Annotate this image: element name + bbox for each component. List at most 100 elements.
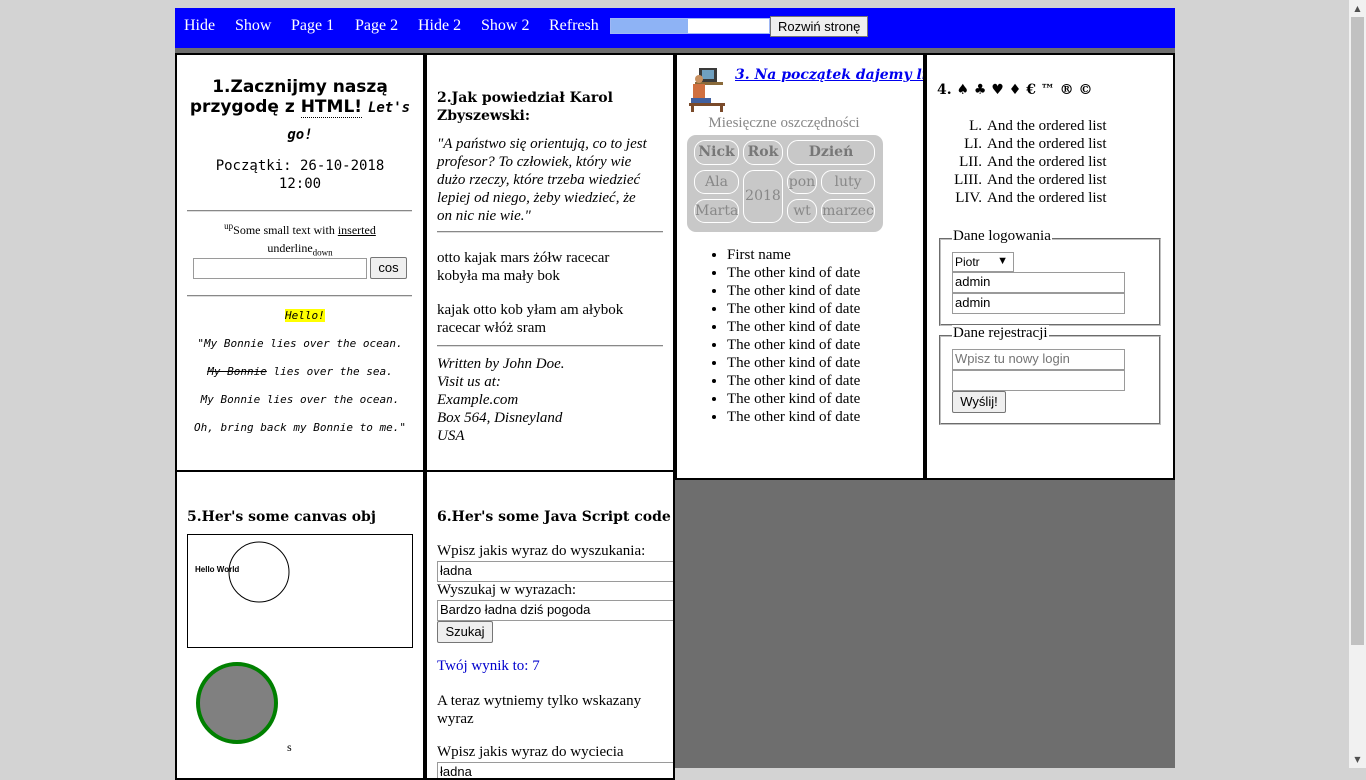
poem-strike: My Bonnie (207, 365, 267, 378)
ordered-list-item: And the ordered list (987, 190, 1107, 206)
nav-link-refresh[interactable]: Refresh (549, 17, 599, 35)
cos-button[interactable]: cos (370, 257, 407, 279)
empty-gray-area (675, 480, 1175, 768)
address-line: USA (437, 428, 465, 444)
register-password-input[interactable] (952, 370, 1125, 391)
list-item: The other kind of date (727, 264, 860, 282)
section-1-heading: 1.Zacznijmy naszą (212, 77, 388, 97)
text-input[interactable] (193, 258, 367, 279)
divider (187, 210, 412, 212)
inserted-text: inserted (337, 223, 376, 237)
poem-line-3: My Bonnie lies over the ocean. (200, 393, 400, 406)
small-text-line1: upSome small text with inserted (177, 221, 423, 238)
search-button[interactable]: Szukaj (437, 621, 493, 643)
section-3: 3. Na początek dajemy link Miesięczne os… (675, 53, 925, 480)
table-caption: Miesięczne oszczędności (708, 115, 860, 131)
divider (437, 345, 663, 347)
list-item: The other kind of date (727, 390, 860, 408)
section-2: 2.Jak powiedział Karol Zbyszewski: "A pa… (425, 53, 675, 480)
chevron-down-icon: ▼ (997, 255, 1008, 267)
table-header-cell: Rok (743, 140, 783, 165)
hello-text: Hello! (285, 309, 325, 322)
start-date: Początki: 26-10-2018 (215, 158, 385, 174)
sup-text: up (224, 221, 234, 231)
nav-link-page-1[interactable]: Page 1 (291, 17, 334, 35)
list-item: The other kind of date (727, 282, 860, 300)
palindrome-line: racecar włóż sram (437, 320, 547, 336)
heading-text: przygodę z (189, 97, 301, 117)
register-submit-button[interactable]: Wyślij! (952, 391, 1006, 413)
canvas-text: Hello World (195, 565, 239, 574)
sub-text: down (312, 247, 333, 258)
svg-circle-object (194, 660, 280, 746)
register-legend: Dane rejestracji (952, 325, 1049, 342)
quote-line: dużo rzeczy, które trzeba wiedzieć (437, 172, 641, 188)
palindrome-2: kajak otto kob yłam am ałybok racecar wł… (437, 301, 623, 337)
list-item: The other kind of date (727, 354, 860, 372)
nav-link-show[interactable]: Show (235, 17, 271, 35)
cut-line: A teraz wytniemy tylko wskazany (437, 693, 642, 709)
symbols-heading: 4. ♠ ♣ ♥ ♦ € ™ ® © (937, 82, 1093, 98)
palindrome-1: otto kajak mars żółw racecar kobyła ma m… (437, 249, 609, 285)
small-text-line2: underlinedown (177, 241, 423, 257)
search-in-label: Wyszukaj w wyrazach: (437, 582, 577, 598)
section-6-heading: 6.Her's some Java Script code (437, 509, 671, 525)
quote-line: profesor? To człowiek, który wie (437, 154, 632, 170)
quote-block: "A państwo się orientują, co to jest pro… (437, 135, 647, 225)
bullet-list: First name The other kind of date The ot… (687, 246, 860, 426)
scrollbar-thumb[interactable] (1351, 17, 1364, 645)
palindrome-line: kobyła ma mały bok (437, 268, 560, 284)
page-scrollbar[interactable]: ▲ ▼ (1349, 0, 1366, 768)
go-text: go! (287, 127, 313, 143)
start-link[interactable]: 3. Na początek dajemy link (735, 67, 923, 83)
canvas-object: Hello World (187, 534, 413, 648)
progress-bar-fill (611, 19, 689, 33)
ordered-list-item: And the ordered list (987, 154, 1107, 170)
table-header-cell: Nick (694, 140, 739, 165)
palindrome-line: kajak otto kob yłam am ałybok (437, 302, 624, 318)
section-5: 5.Her's some canvas obj Hello World s (175, 470, 425, 780)
savings-table: Nick Rok Dzień Ala 2018 pon luty Marta w… (687, 135, 883, 232)
poem-line-4: Oh, bring back my Bonnie to me." (194, 421, 406, 434)
ordered-list-item: And the ordered list (987, 136, 1107, 152)
divider (187, 295, 412, 297)
address-link[interactable]: Example.com (437, 391, 564, 409)
small-text: Some small text with (233, 223, 338, 237)
table-cell: Ala (694, 170, 739, 194)
list-item: The other kind of date (727, 408, 860, 426)
scroll-up-arrow-icon[interactable]: ▲ (1349, 0, 1366, 17)
address-block: Written by John Doe. Visit us at: Exampl… (437, 355, 564, 445)
user-select[interactable]: Piotr ▼ (952, 252, 1014, 272)
search-word-input[interactable]: ładna (437, 561, 673, 582)
ordered-list-item: And the ordered list (987, 118, 1107, 134)
quote-line: on nic nie wie." (437, 208, 531, 224)
section-5-heading: 5.Her's some canvas obj (187, 509, 376, 525)
select-value: Piotr (955, 255, 980, 269)
ordered-list-item: And the ordered list (987, 172, 1107, 188)
nav-link-page-2[interactable]: Page 2 (355, 17, 398, 35)
quote-line: "A państwo się orientują, co to jest (437, 136, 647, 152)
top-navigation: Hide Show Page 1 Page 2 Hide 2 Show 2 Re… (175, 8, 1175, 48)
table-header-cell: Dzień (787, 140, 875, 165)
address-line: Written by John Doe. (437, 356, 565, 372)
progress-bar (610, 18, 770, 34)
nav-link-hide[interactable]: Hide (184, 17, 215, 35)
cut-word-input[interactable]: ładna (437, 762, 673, 778)
search-in-input[interactable]: Bardzo ładna dziś pogoda (437, 600, 673, 621)
scroll-down-arrow-icon[interactable]: ▼ (1349, 751, 1366, 768)
login-password-input[interactable]: admin (952, 293, 1125, 314)
expand-page-button[interactable]: Rozwiń stronę (770, 16, 869, 37)
login-username-input[interactable]: admin (952, 272, 1125, 293)
gray-circle (196, 662, 278, 744)
register-login-input[interactable]: Wpisz tu nowy login (952, 349, 1125, 370)
palindrome-line: otto kajak mars żółw racecar (437, 250, 610, 266)
cut-label: Wpisz jakis wyraz do wyciecia (437, 744, 624, 760)
login-legend: Dane logowania (952, 228, 1052, 245)
nav-link-show-2[interactable]: Show 2 (481, 17, 529, 35)
list-numeral: LIII. (954, 172, 982, 188)
nav-link-hide-2[interactable]: Hide 2 (418, 17, 461, 35)
table-cell: Marta (694, 199, 739, 223)
svg-label: s (287, 740, 292, 754)
table-cell: luty (821, 170, 875, 194)
section-2-heading-line2: Zbyszewski: (437, 108, 531, 124)
